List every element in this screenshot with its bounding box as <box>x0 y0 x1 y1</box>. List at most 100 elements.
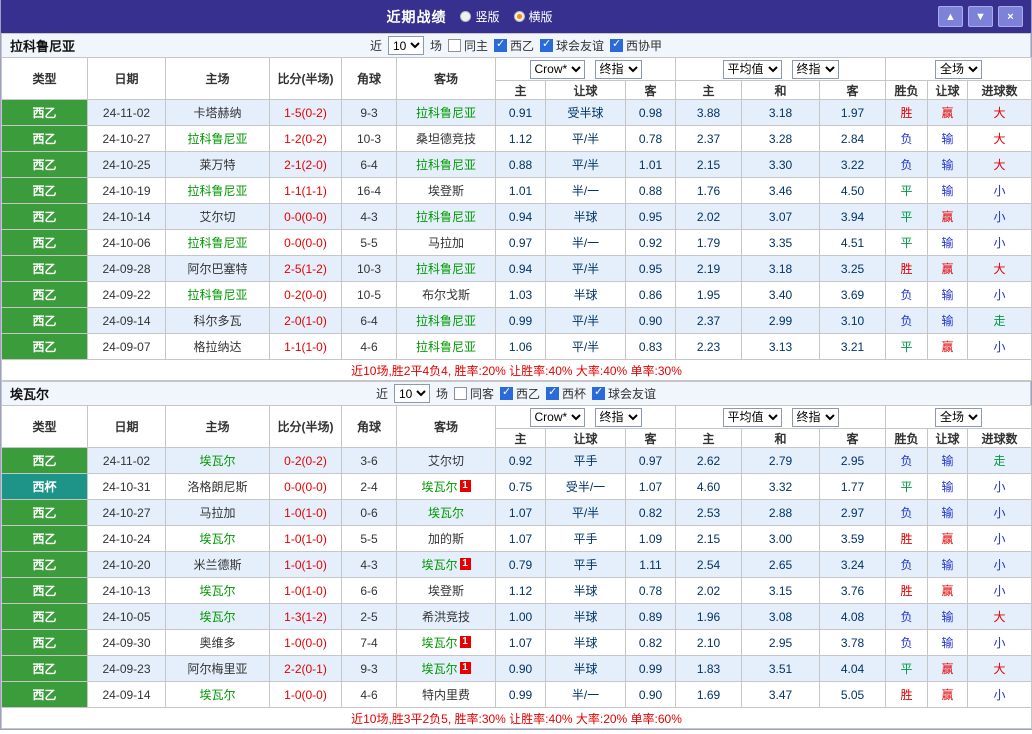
col-header: 比分(半场) <box>269 57 342 100</box>
filter-checkbox-item[interactable]: 西乙 <box>500 385 540 402</box>
match-row: 西乙 24-09-28 阿尔巴塞特 2-5(1-2) 10-3 拉科鲁尼亚 0.94 平/半 0… <box>1 255 1032 282</box>
home-team-name: 埃瓦尔 <box>199 610 236 624</box>
odds-source-select[interactable]: 终指 <box>594 407 642 427</box>
odds-value: 0.78 <box>625 577 676 604</box>
scroll-up-button[interactable]: ▲ <box>938 6 963 27</box>
league-badge: 西乙 <box>1 629 88 656</box>
score: 1-2(0-2) <box>269 125 342 152</box>
page-title: 近期战绩 <box>386 8 447 25</box>
league-badge: 西杯 <box>1 473 88 500</box>
subcol-header: 胜负 <box>885 80 929 100</box>
recent-count-select[interactable]: 10 <box>393 384 430 403</box>
filter-checkbox-item[interactable]: 西乙 <box>494 37 534 54</box>
result-flag: 负 <box>885 281 929 308</box>
odds-value: 1.12 <box>495 577 546 604</box>
checkbox-label: 同主 <box>463 39 488 53</box>
subcol-header: 让球 <box>927 80 969 100</box>
home-team: 艾尔切 <box>165 203 270 230</box>
odds-source-select[interactable]: Crow* <box>529 407 585 427</box>
red-card-badge: 1 <box>459 558 471 570</box>
subcol-header: 客 <box>625 428 676 448</box>
odds-value: 平/半 <box>545 307 626 334</box>
subcol-header: 和 <box>741 428 820 448</box>
odds-value: 平/半 <box>545 125 626 152</box>
radio-vertical-layout[interactable]: 竖版 <box>460 8 500 25</box>
table-foot: 近10场,胜3平2负5, 胜率:30% 让胜率:40% 大率:20% 单率:60… <box>0 707 1032 729</box>
away-team: 拉科鲁尼亚 <box>396 255 496 282</box>
result-flag: 输 <box>927 473 969 500</box>
result-flag: 小 <box>967 203 1032 230</box>
avg-odds-value: 3.18 <box>741 255 820 282</box>
home-team-name: 卡塔赫纳 <box>193 106 242 120</box>
checkbox-checked-icon <box>540 37 554 52</box>
away-team-name: 埃瓦尔 <box>421 558 458 572</box>
avg-source-select[interactable]: 平均值 <box>722 59 782 79</box>
away-team-name: 拉科鲁尼亚 <box>415 210 476 224</box>
away-team: 马拉加 <box>396 229 496 256</box>
avg-source-select[interactable]: 终指 <box>791 407 839 427</box>
result-flag: 赢 <box>927 681 969 708</box>
league-badge: 西乙 <box>1 603 88 630</box>
odds-value: 半球 <box>545 629 626 656</box>
result-flag: 赢 <box>927 255 969 282</box>
result-flag: 胜 <box>885 525 929 552</box>
filter-checkbox-item[interactable]: 同客 <box>453 385 494 402</box>
filter-checkbox-item[interactable]: 西协甲 <box>610 37 662 54</box>
odds-value: 0.90 <box>495 655 546 682</box>
checkbox-label: 同客 <box>469 387 494 401</box>
odds-value: 1.07 <box>625 473 676 500</box>
fullmatch-select[interactable]: 全场 <box>935 59 983 79</box>
match-row: 西杯 24-10-31 洛格朗尼斯 0-0(0-0) 2-4 埃瓦尔 1 0.75 受半/一 1.… <box>1 473 1032 500</box>
league-badge: 西乙 <box>1 499 88 526</box>
recent-count-select[interactable]: 10 <box>387 36 424 55</box>
score: 0-0(0-0) <box>269 473 342 500</box>
home-team: 埃瓦尔 <box>165 447 270 474</box>
corners: 4-3 <box>341 203 397 230</box>
avg-odds-value: 3.69 <box>818 281 887 308</box>
odds-value: 0.90 <box>625 681 676 708</box>
result-flag: 负 <box>885 629 929 656</box>
corners: 2-5 <box>341 603 397 630</box>
avg-source-select[interactable]: 平均值 <box>722 407 782 427</box>
odds-source-select[interactable]: Crow* <box>529 59 585 79</box>
match-date: 24-10-06 <box>87 229 166 256</box>
league-badge: 西乙 <box>1 447 88 474</box>
home-team: 拉科鲁尼亚 <box>165 281 270 308</box>
odds-value: 0.89 <box>625 603 676 630</box>
result-flag: 负 <box>885 603 929 630</box>
close-icon[interactable]: × <box>998 6 1023 27</box>
radio-horizontal-layout[interactable]: 横版 <box>513 8 553 25</box>
fullmatch-select[interactable]: 全场 <box>935 407 983 427</box>
corners: 2-4 <box>341 473 397 500</box>
away-team: 埃瓦尔 1 <box>396 655 496 682</box>
red-card-badge: 1 <box>459 662 471 674</box>
titlebar: 近期战绩 竖版 横版 ▲ ▼ × <box>1 0 1031 33</box>
result-flag: 小 <box>967 229 1032 256</box>
scroll-down-button[interactable]: ▼ <box>968 6 993 27</box>
odds-source-select[interactable]: 终指 <box>594 59 642 79</box>
result-flag: 输 <box>927 603 969 630</box>
odds-value: 0.97 <box>625 447 676 474</box>
avg-odds-value: 3.07 <box>741 203 820 230</box>
avg-source-select[interactable]: 终指 <box>791 59 839 79</box>
match-row: 西乙 24-11-02 卡塔赫纳 1-5(0-2) 9-3 拉科鲁尼亚 0.91 受半球 0.9… <box>1 99 1032 126</box>
filter-checkbox-item[interactable]: 西杯 <box>546 385 586 402</box>
filter-checkbox-item[interactable]: 球会友谊 <box>592 385 656 402</box>
result-flag: 小 <box>967 681 1032 708</box>
odds-value: 1.07 <box>495 499 546 526</box>
filter-checkbox-item[interactable]: 球会友谊 <box>540 37 604 54</box>
result-flag: 输 <box>927 629 969 656</box>
avg-odds-value: 1.69 <box>675 681 742 708</box>
away-team: 埃瓦尔 1 <box>396 473 496 500</box>
odds-value: 0.79 <box>495 551 546 578</box>
result-flag: 负 <box>885 551 929 578</box>
odds-value: 0.92 <box>495 447 546 474</box>
result-flag: 平 <box>885 229 929 256</box>
filter-checkbox-item[interactable]: 同主 <box>447 37 488 54</box>
odds-value: 0.92 <box>625 229 676 256</box>
match-row: 西乙 24-11-02 埃瓦尔 0-2(0-2) 3-6 艾尔切 0.92 平手 0.97 2.6… <box>1 447 1032 474</box>
match-row: 西乙 24-10-19 拉科鲁尼亚 1-1(1-1) 16-4 埃登斯 1.01 半/一 0.8… <box>1 177 1032 204</box>
away-team: 加的斯 <box>396 525 496 552</box>
corners: 5-5 <box>341 525 397 552</box>
home-team: 马拉加 <box>165 499 270 526</box>
